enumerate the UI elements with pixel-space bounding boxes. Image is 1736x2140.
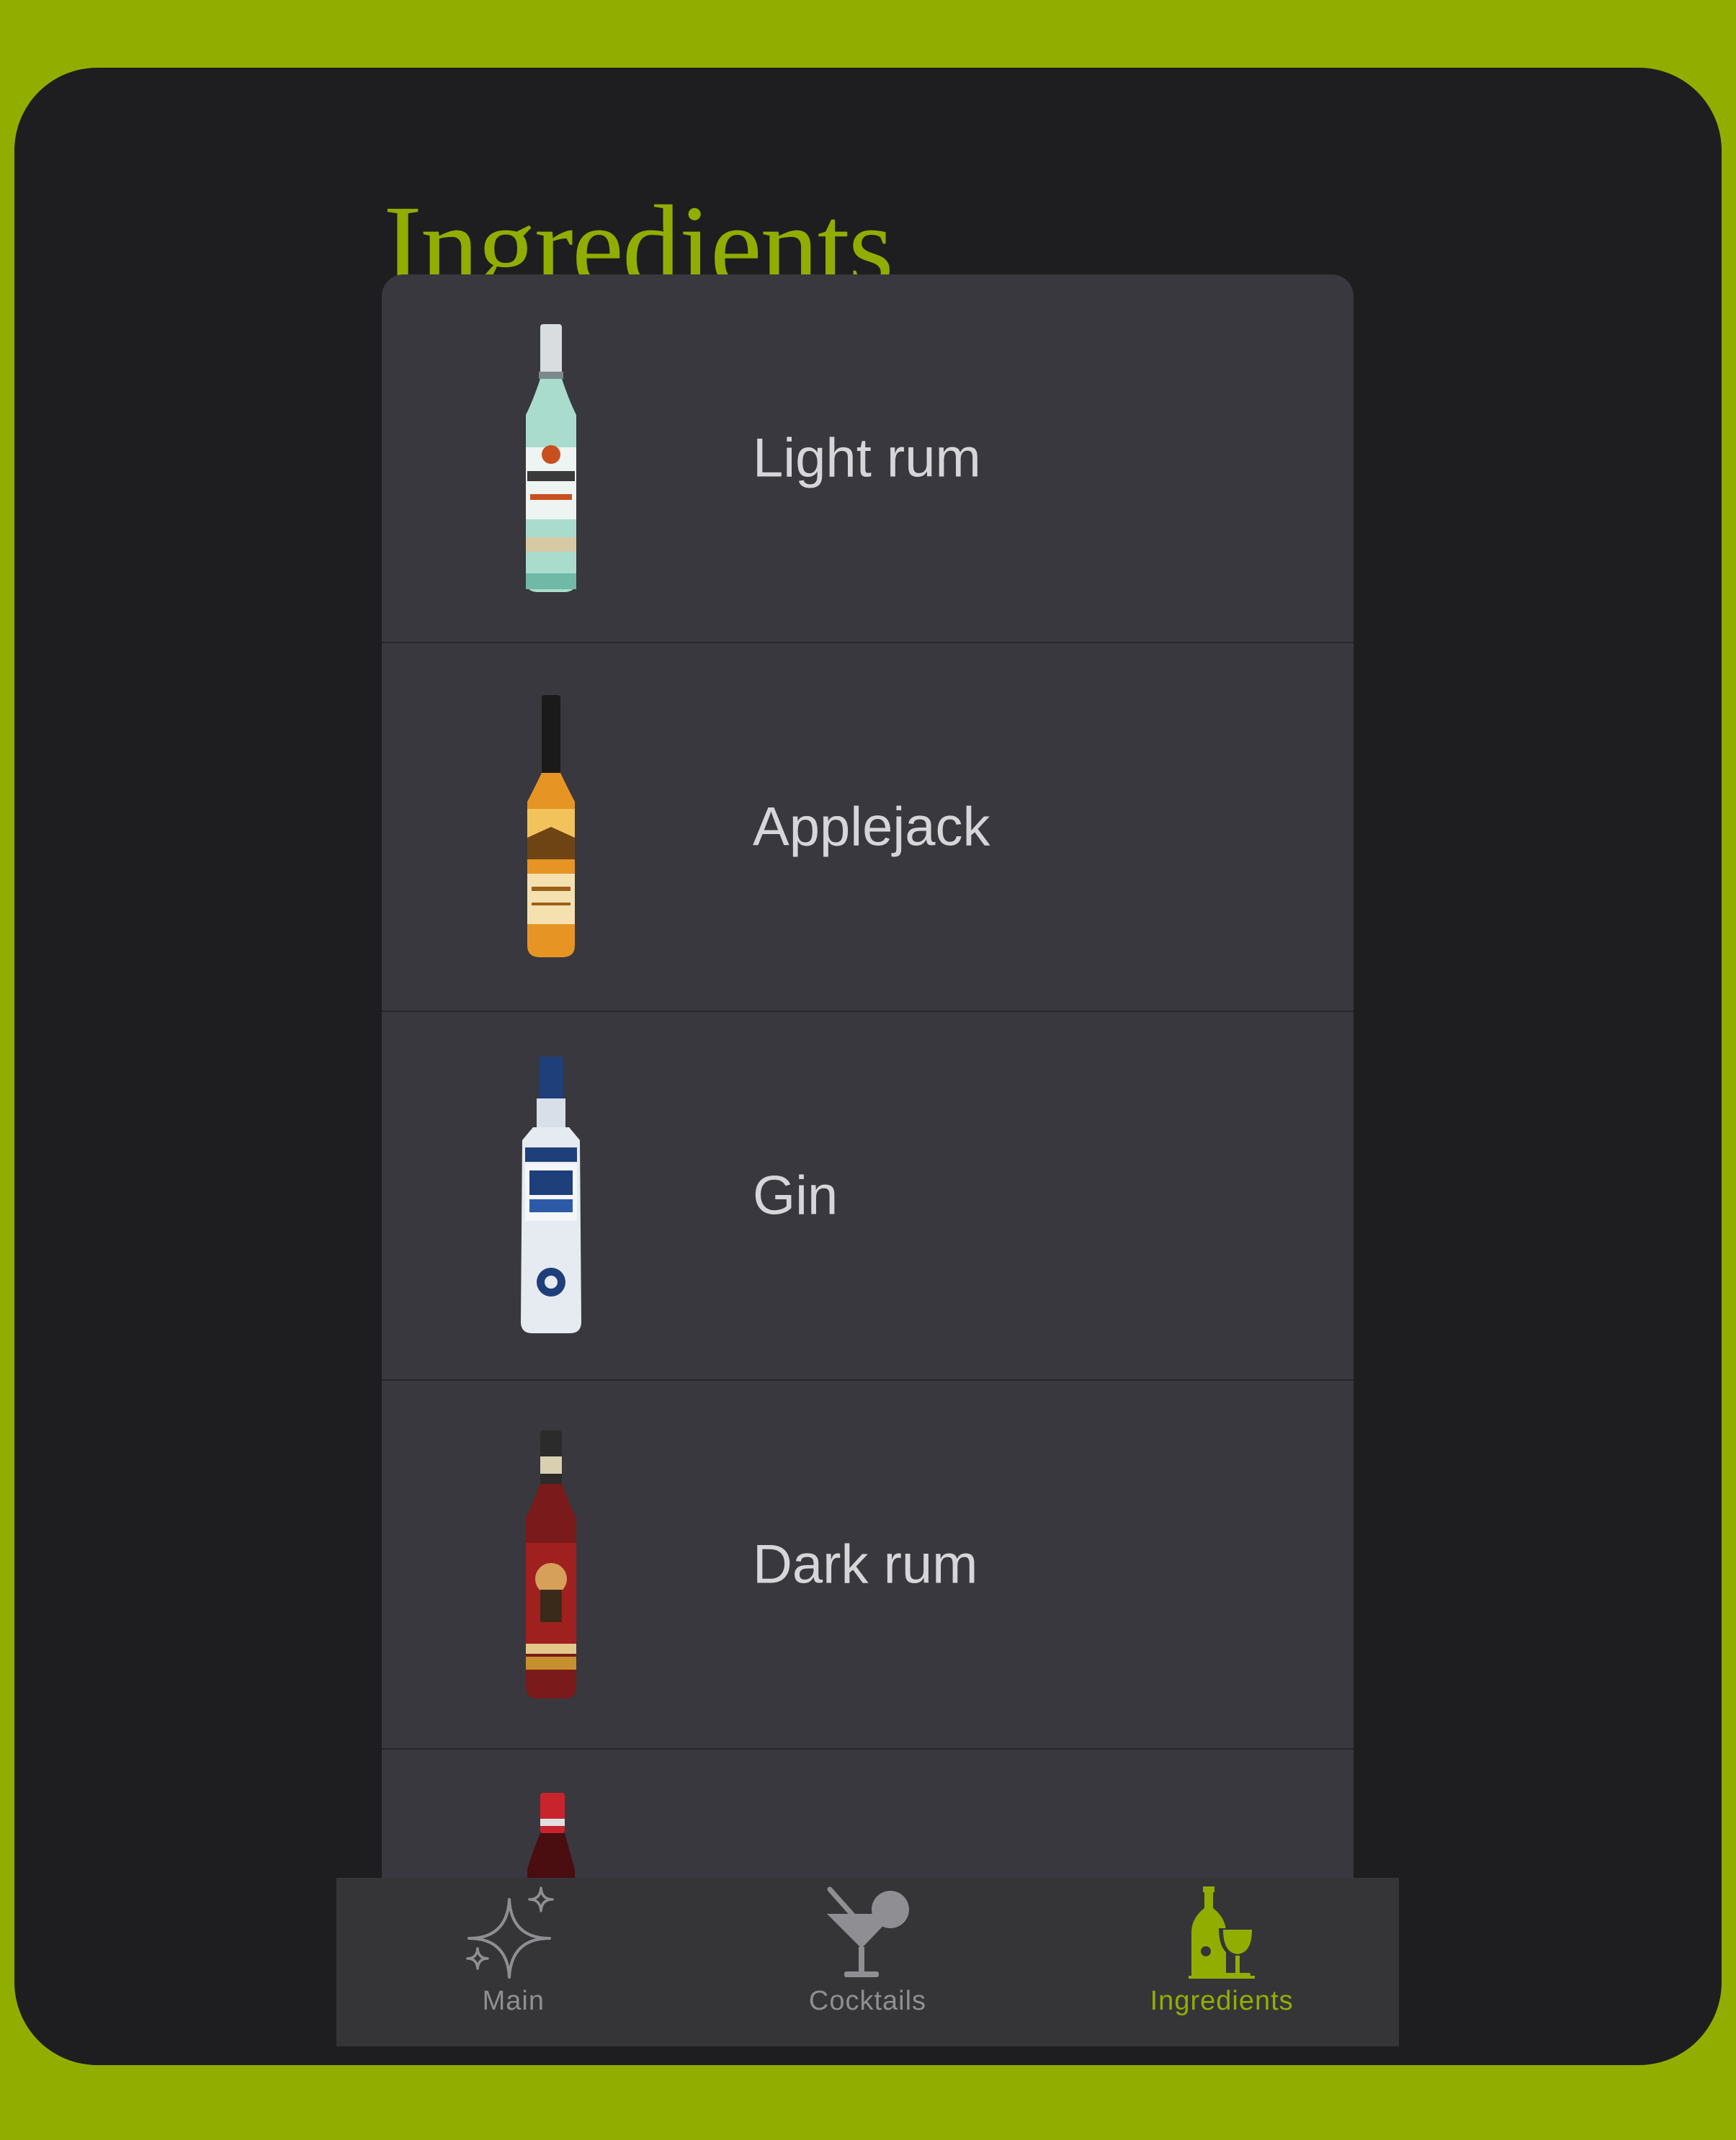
tab-cocktails-label: Cocktails: [808, 1986, 927, 2016]
ingredient-name: Gin: [753, 1165, 838, 1227]
tab-main[interactable]: Main: [398, 1878, 629, 2046]
tab-bar: Main Cocktails Ingredients: [336, 1878, 1399, 2046]
applejack-bottle-icon: [497, 643, 605, 1011]
tab-ingredients[interactable]: Ingredients: [1106, 1878, 1337, 2046]
tab-main-label: Main: [482, 1986, 545, 2016]
martini-glass-icon: [827, 1886, 910, 1977]
tab-ingredients-label: Ingredients: [1150, 1986, 1294, 2016]
ingredient-name: Light rum: [753, 427, 981, 489]
ingredient-row-light-rum[interactable]: Light rum: [382, 274, 1354, 643]
ingredient-row-dark-rum[interactable]: Dark rum: [382, 1381, 1354, 1750]
ingredient-row-gin[interactable]: Gin: [382, 1012, 1354, 1381]
wine-bottle-glass-icon: [1189, 1886, 1257, 1979]
sparkles-icon: [466, 1886, 554, 1979]
light-rum-bottle-icon: [497, 274, 605, 642]
ingredient-name: Applejack: [753, 796, 990, 858]
dark-rum-bottle-icon: [497, 1381, 605, 1748]
ingredient-row-applejack[interactable]: Applejack: [382, 643, 1354, 1012]
ingredient-list[interactable]: Light rum Applejack Gin Dark rum: [382, 274, 1354, 1946]
app-window: Ingredients Light rum Applejack Gin Dark…: [14, 68, 1722, 2065]
gin-bottle-icon: [497, 1012, 605, 1379]
ingredient-name: Dark rum: [753, 1534, 978, 1595]
tab-cocktails[interactable]: Cocktails: [752, 1878, 983, 2046]
